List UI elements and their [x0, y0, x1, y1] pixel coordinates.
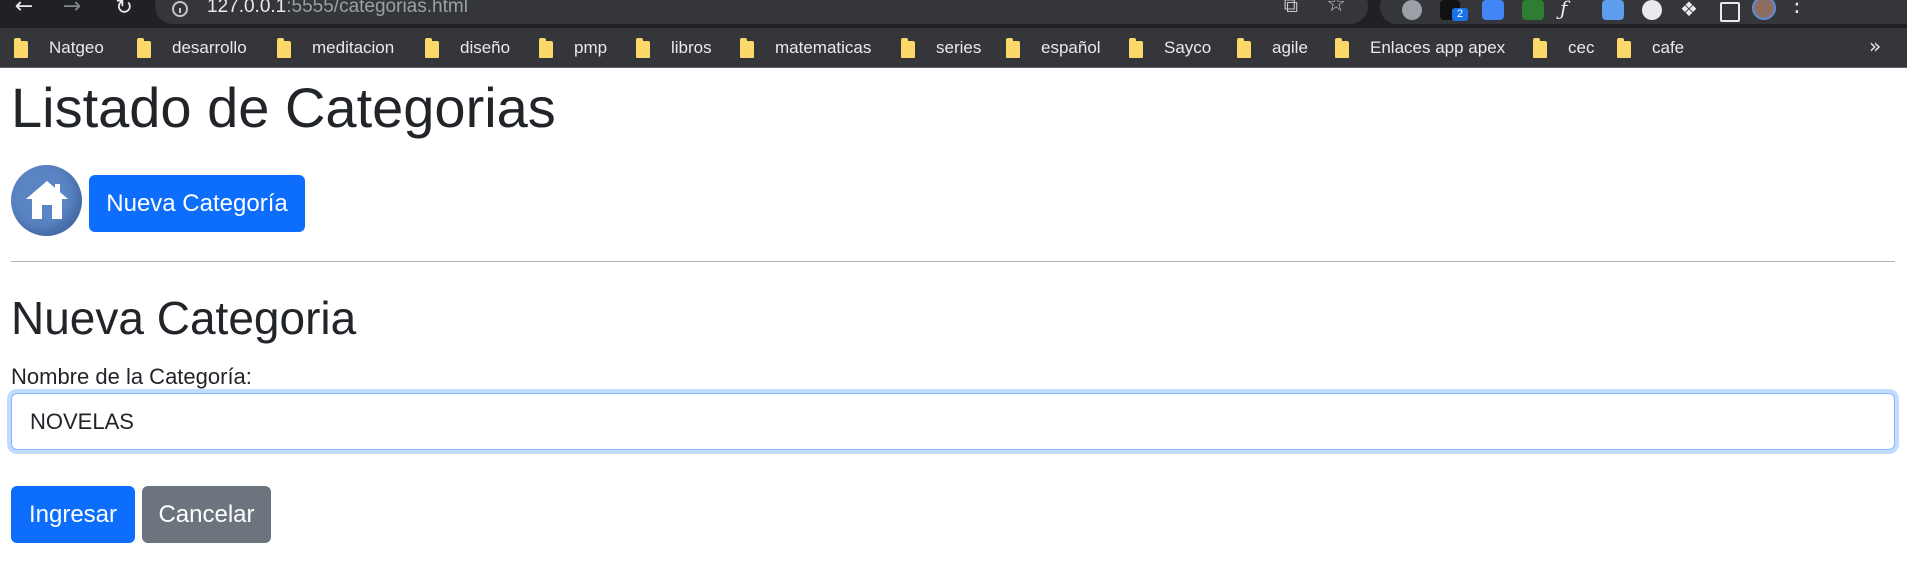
bookmark-label: Enlaces app apex [1370, 38, 1506, 57]
bookmark-label: cec [1568, 38, 1595, 57]
translate-extension-icon[interactable] [1482, 0, 1504, 20]
bubble-extension-icon[interactable] [1642, 0, 1662, 20]
folder-icon [277, 38, 291, 58]
folder-icon [1533, 38, 1547, 58]
gear-extension-icon[interactable] [1402, 0, 1422, 20]
divider [11, 261, 1895, 262]
folder-icon [1335, 38, 1349, 58]
address-bar[interactable]: 127.0.0.1:5555/categorias.html ⧉ ☆ [155, 0, 1368, 24]
extension-badge: 2 [1452, 8, 1468, 21]
bookmark-label: desarrollo [172, 38, 247, 57]
bookmark-label: agile [1272, 38, 1308, 57]
page-content: Listado de Categorias Nueva Categoría Nu… [0, 68, 1907, 579]
url-path: :5555/categorias.html [286, 0, 468, 17]
bookmark-label: diseño [460, 38, 511, 57]
kebab-menu-icon[interactable]: ⋮ [1786, 0, 1808, 16]
new-category-button[interactable]: Nueva Categoría [89, 175, 305, 232]
bookmark-label: libros [671, 38, 712, 57]
cancel-button[interactable]: Cancelar [142, 486, 271, 543]
folder-icon [1617, 38, 1631, 58]
folder-icon [1237, 38, 1251, 58]
submit-button[interactable]: Ingresar [11, 486, 135, 543]
bookmark-label: meditacion [312, 38, 395, 57]
bookmark-label: pmp [574, 38, 608, 57]
folder-icon [137, 38, 151, 58]
folder-icon [14, 38, 28, 58]
chevron-double-right-icon[interactable]: » [1869, 34, 1881, 58]
url-text[interactable]: 127.0.0.1:5555/categorias.html [207, 0, 468, 17]
extensions-area: 2 ƒ ❖ ⋮ [1380, 0, 1907, 24]
home-button[interactable] [11, 165, 82, 236]
reload-icon[interactable]: ↻ [110, 0, 138, 20]
folder-icon [740, 38, 754, 58]
bookmarks-bar: Natgeo desarrollo meditacion diseño pmp … [0, 28, 1907, 68]
puzzle-icon[interactable]: ❖ [1680, 0, 1702, 20]
back-arrow-icon[interactable]: ← [10, 0, 38, 20]
category-name-input[interactable] [11, 393, 1895, 450]
page-title: Listado de Categorias [11, 76, 556, 139]
profile-avatar[interactable] [1752, 0, 1776, 20]
share-icon[interactable]: ⧉ [1284, 0, 1298, 15]
star-icon[interactable]: ☆ [1326, 0, 1346, 16]
forward-arrow-icon[interactable]: → [58, 0, 86, 20]
bookmark-label: Sayco [1164, 38, 1212, 57]
side-panel-icon[interactable] [1720, 2, 1740, 22]
bookmark-label: matematicas [775, 38, 872, 57]
folder-icon [636, 38, 650, 58]
folder-icon [1006, 38, 1020, 58]
tree-extension-icon[interactable] [1522, 0, 1544, 20]
bookmark-label: Natgeo [49, 38, 104, 57]
browser-toolbar: ← → ↻ 127.0.0.1:5555/categorias.html ⧉ ☆… [0, 0, 1907, 28]
house-icon [26, 181, 68, 219]
url-host: 127.0.0.1 [207, 0, 287, 17]
folder-icon [539, 38, 553, 58]
bookmark-label: series [936, 38, 982, 57]
shield-extension-icon[interactable] [1602, 0, 1624, 20]
category-name-label: Nombre de la Categoría: [11, 364, 252, 389]
bookmark-label: cafe [1652, 38, 1685, 57]
bookmark-label: español [1041, 38, 1101, 57]
folder-icon [901, 38, 915, 58]
info-icon[interactable] [172, 1, 188, 17]
function-extension-icon[interactable]: ƒ [1560, 0, 1586, 20]
folder-icon [1129, 38, 1143, 58]
form-title: Nueva Categoria [11, 292, 357, 344]
folder-icon [425, 38, 439, 58]
